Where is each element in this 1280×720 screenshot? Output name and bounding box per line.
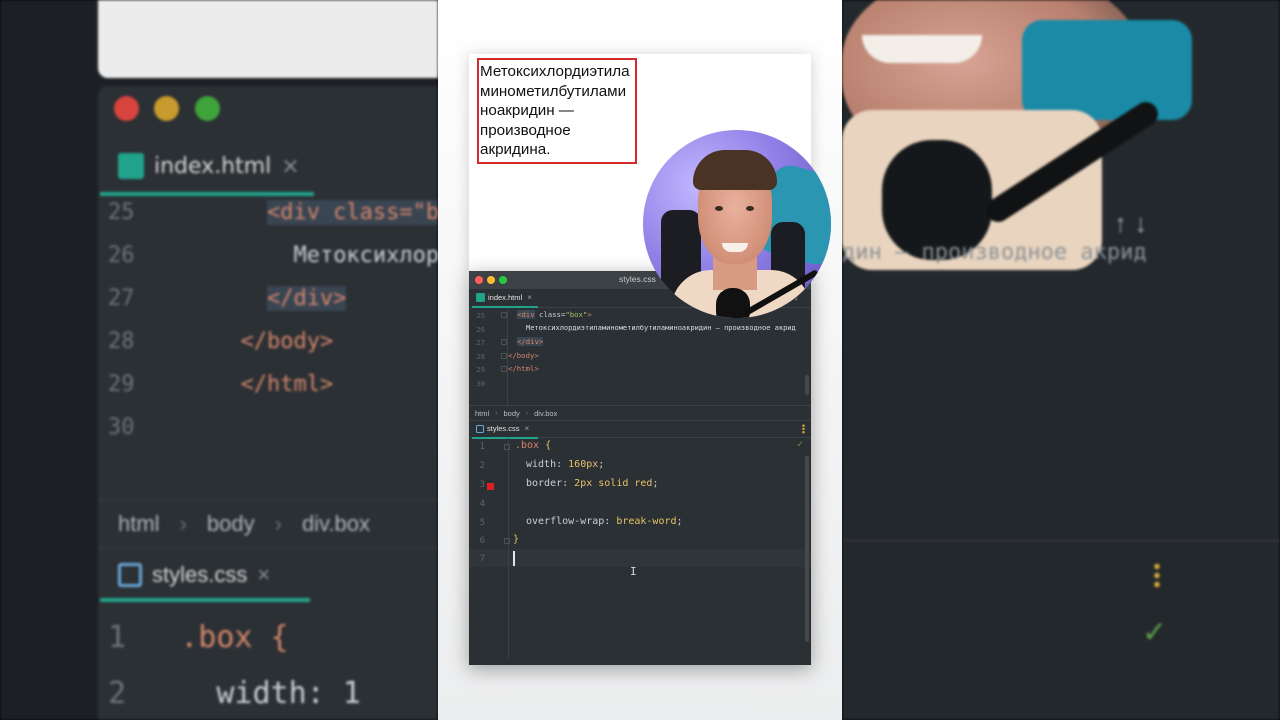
background-tab-index: index.html ×	[100, 140, 314, 196]
webcam-eye	[715, 206, 723, 211]
scrollbar[interactable]	[805, 456, 809, 642]
fold-marker-icon[interactable]	[504, 444, 510, 450]
line-number: 7	[479, 554, 485, 564]
background-left: index.html × 25 <div class="b 26 Метокси…	[0, 0, 438, 720]
background-divider	[842, 540, 1280, 541]
scrollbar[interactable]	[805, 375, 809, 395]
line-number: 26	[476, 324, 485, 334]
close-icon[interactable]: ×	[527, 293, 532, 302]
fold-marker-icon[interactable]	[504, 538, 510, 544]
tab-index-html[interactable]: index.html ×	[472, 289, 538, 308]
tab-label: index.html	[488, 293, 523, 302]
up-down-arrows-icon: ↑ ↓	[1114, 208, 1148, 238]
code-line-2: width: 160px;	[526, 459, 605, 470]
tab-styles-css[interactable]: styles.css ×	[472, 420, 538, 439]
close-window-button[interactable]	[475, 276, 483, 284]
webcam-overlay	[643, 130, 831, 318]
background-code-line: дин — производное акрид	[842, 240, 1147, 265]
tab-label: styles.css	[487, 424, 520, 433]
code-line-28: </body>	[508, 350, 539, 360]
close-dot-icon	[114, 96, 139, 121]
chevron-right-icon: ›	[495, 409, 498, 417]
minimize-dot-icon	[154, 96, 179, 121]
line-number: 29	[476, 365, 485, 374]
line-number: 6	[479, 536, 485, 546]
close-icon: ×	[281, 153, 300, 179]
line-number: 28	[476, 351, 485, 361]
code-line-1: .box {	[515, 440, 552, 451]
code-line-26: Метоксихлордиэтиламинометилбутиламиноакр…	[526, 323, 796, 332]
background-code-line: 29 </html>	[108, 372, 334, 397]
background-tab-label: index.html	[154, 153, 272, 179]
background-code-line: 27 </div>	[108, 286, 347, 311]
background-code-line: 30	[108, 415, 135, 440]
css-file-icon	[476, 424, 484, 433]
breadcrumb-html[interactable]: html	[475, 409, 489, 418]
breadcrumb-body[interactable]: body	[504, 409, 520, 418]
line-number: 2	[479, 461, 485, 471]
check-icon: ✓	[797, 439, 804, 450]
webcam-eye	[746, 206, 754, 211]
line-number: 1	[479, 442, 485, 452]
background-breadcrumbs: html › body › div.box	[98, 500, 438, 548]
html-file-icon	[476, 293, 485, 302]
code-line-29: </html>	[508, 364, 539, 373]
more-options-icon[interactable]	[802, 424, 805, 434]
check-icon: ✓	[1142, 616, 1168, 649]
mouse-ibeam-cursor-icon: I	[630, 565, 637, 578]
webcam-hair	[693, 150, 777, 190]
breadcrumb: html › body › div.box	[469, 405, 811, 421]
current-line-highlight	[469, 549, 811, 567]
line-number: 3	[479, 480, 485, 490]
background-right: дин — производное акрид ↑ ↓ ✓	[842, 0, 1280, 720]
color-swatch-icon[interactable]	[487, 483, 494, 490]
line-number: 30	[476, 378, 485, 388]
code-line-5: overflow-wrap: break-word;	[526, 516, 683, 527]
background-browser-area	[98, 0, 438, 78]
maximize-window-button[interactable]	[499, 276, 507, 284]
code-line-27: </div>	[517, 337, 544, 346]
line-number: 25	[476, 311, 485, 320]
background-code-line: 28 </body>	[108, 329, 334, 354]
video-frame: Метоксихлордиэтиламинометилбутиламиноакр…	[438, 0, 842, 720]
code-line-6: }	[513, 534, 520, 545]
chevron-right-icon: ›	[525, 409, 529, 417]
text-caret	[513, 551, 515, 566]
line-number: 5	[479, 518, 485, 528]
line-number: 4	[479, 499, 485, 509]
fold-marker-icon[interactable]	[501, 312, 507, 318]
line-number: 27	[476, 338, 485, 347]
maximize-dot-icon	[195, 96, 220, 121]
background-tab-styles: styles.css ×	[100, 552, 310, 602]
minimize-window-button[interactable]	[487, 276, 495, 284]
more-options-icon	[1154, 562, 1160, 588]
html-file-icon	[118, 153, 144, 179]
close-icon[interactable]: ×	[525, 424, 530, 433]
fold-marker-icon[interactable]	[501, 339, 507, 345]
css-tab-bar: styles.css ×	[469, 420, 811, 439]
code-line-25: <div class="box">	[517, 310, 592, 319]
code-editor-window: styles.css index.html × ↑ ↓ 25 26 27 28 …	[469, 271, 811, 665]
close-icon: ×	[257, 562, 271, 587]
background-webcam-mouth	[862, 35, 982, 63]
css-editor[interactable]: 1 2 3 4 5 6 7 .box { width: 160px; borde…	[469, 438, 811, 658]
background-code-line: 26 Метоксихлор	[108, 243, 438, 268]
code-line-3: border: 2px solid red;	[526, 478, 659, 489]
html-editor[interactable]: 25 26 27 28 29 30 <div class="box"> Мето…	[469, 309, 811, 405]
background-code-line: 2 width: 1	[108, 676, 361, 711]
demo-box: Метоксихлордиэтиламинометилбутиламиноакр…	[477, 58, 637, 164]
css-file-icon	[118, 563, 142, 587]
background-code-line: 25 <div class="b	[108, 200, 438, 225]
window-title: styles.css	[619, 274, 656, 284]
fold-marker-icon[interactable]	[501, 366, 507, 372]
background-webcam-decor	[1022, 20, 1192, 120]
breadcrumb-div-box[interactable]: div.box	[534, 409, 557, 418]
fold-marker-icon[interactable]	[501, 352, 507, 359]
background-code-line: 1 .box {	[108, 620, 289, 655]
